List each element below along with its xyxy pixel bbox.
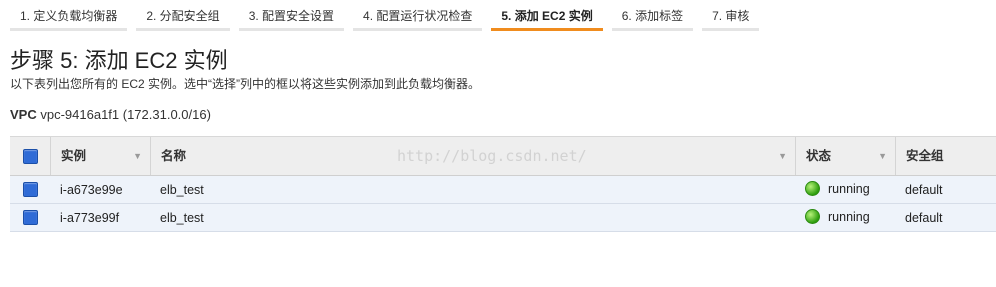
sort-caret-icon[interactable]: ▼ — [133, 137, 142, 175]
column-header-instance-label: 实例 — [61, 149, 87, 163]
vpc-label: VPC — [10, 107, 37, 122]
page-description: 以下表列出您所有的 EC2 实例。选中“选择”列中的框以将这些实例添加到此负载均… — [10, 77, 481, 91]
column-header-instance[interactable]: 实例 ▼ — [50, 136, 150, 176]
column-header-security-group-label: 安全组 — [906, 149, 944, 163]
instance-status-label: running — [828, 209, 870, 224]
column-header-security-group[interactable]: 安全组 — [895, 136, 996, 176]
step-define-load-balancer[interactable]: 1. 定义负载均衡器 — [10, 4, 128, 31]
column-header-name[interactable]: 名称 ▼ — [150, 136, 795, 176]
instance-status-cell: running — [795, 175, 895, 204]
instance-id-cell: i-a673e99e — [50, 175, 150, 204]
running-status-icon — [805, 181, 820, 197]
column-header-status[interactable]: 状态 ▼ — [795, 136, 895, 176]
step-add-ec2-instances[interactable]: 5. 添加 EC2 实例 — [491, 4, 603, 31]
select-all-header — [10, 136, 50, 176]
column-header-status-label: 状态 — [806, 149, 832, 163]
select-all-checkbox[interactable] — [22, 149, 38, 165]
instance-name-cell: elb_test — [150, 203, 795, 232]
step-configure-health-check[interactable]: 4. 配置运行状况检查 — [353, 4, 483, 31]
instance-status-label: running — [828, 181, 870, 196]
step-review[interactable]: 7. 审核 — [702, 4, 760, 31]
instances-table: 实例 ▼ 名称 ▼ 状态 ▼ 安全组 i-a673e99e elb_test r… — [10, 136, 996, 232]
sort-caret-icon[interactable]: ▼ — [778, 137, 787, 175]
row-select-checkbox[interactable] — [22, 210, 38, 226]
instance-status-cell: running — [795, 203, 895, 232]
wizard-steps: 1. 定义负载均衡器 2. 分配安全组 3. 配置安全设置 4. 配置运行状况检… — [10, 4, 768, 32]
page-title: 步骤 5: 添加 EC2 实例 — [10, 48, 228, 73]
table-row[interactable]: i-a673e99e elb_test running default — [10, 175, 996, 204]
security-group-cell: default — [895, 175, 996, 204]
vpc-info: VPC vpc-9416a1f1 (172.31.0.0/16) — [10, 107, 211, 122]
step-configure-security-settings[interactable]: 3. 配置安全设置 — [238, 4, 345, 31]
vpc-value: vpc-9416a1f1 (172.31.0.0/16) — [40, 107, 211, 122]
row-select-checkbox[interactable] — [22, 182, 38, 198]
running-status-icon — [805, 209, 820, 225]
step-assign-security-groups[interactable]: 2. 分配安全组 — [136, 4, 230, 31]
instance-id-cell: i-a773e99f — [50, 203, 150, 232]
security-group-cell: default — [895, 203, 996, 232]
table-header-row: 实例 ▼ 名称 ▼ 状态 ▼ 安全组 — [10, 136, 996, 176]
column-header-name-label: 名称 — [161, 149, 187, 163]
instance-name-cell: elb_test — [150, 175, 795, 204]
table-row[interactable]: i-a773e99f elb_test running default — [10, 203, 996, 232]
sort-caret-icon[interactable]: ▼ — [878, 137, 887, 175]
step-add-tags[interactable]: 6. 添加标签 — [611, 4, 694, 31]
